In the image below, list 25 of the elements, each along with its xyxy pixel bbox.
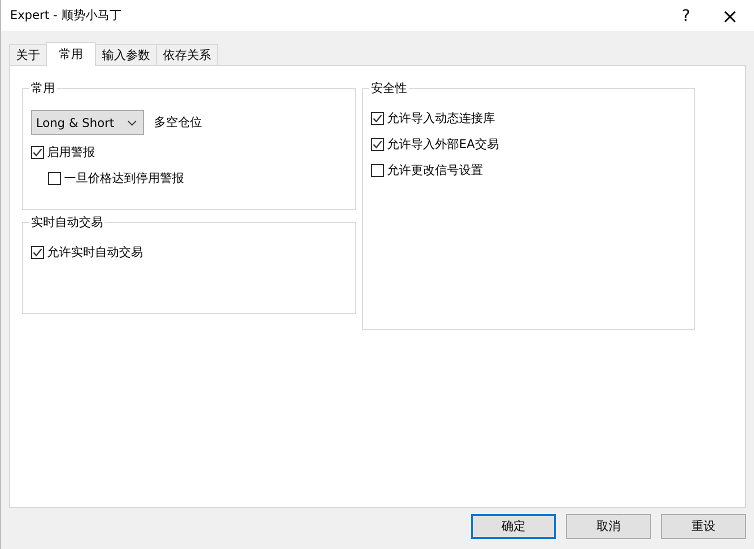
group-title: 常用 xyxy=(30,80,56,97)
checkbox[interactable]: 允许导入动态连接库 xyxy=(371,110,495,127)
checkbox[interactable]: 允许导入外部EA交易 xyxy=(371,136,499,153)
checkbox[interactable]: 允许实时自动交易 xyxy=(31,244,143,261)
tab[interactable]: 依存关系 xyxy=(156,44,218,65)
check-icon xyxy=(372,113,383,124)
tab[interactable]: 关于 xyxy=(9,44,47,65)
check-icon xyxy=(32,147,43,158)
help-button[interactable]: ? xyxy=(664,0,708,31)
caret-icon xyxy=(127,120,137,126)
check-icon xyxy=(32,247,43,258)
check-icon xyxy=(372,139,383,150)
tab[interactable]: 常用 xyxy=(46,42,96,66)
close-button[interactable]: × xyxy=(708,0,752,31)
checkbox[interactable]: 一旦价格达到停用警报 xyxy=(48,170,184,187)
group-title: 安全性 xyxy=(370,80,408,97)
dialog-button[interactable]: 确定 xyxy=(471,514,556,539)
window-title: Expert - 顺势小马丁 xyxy=(10,7,122,24)
dialog-button[interactable]: 重设 xyxy=(661,514,746,539)
group-title: 实时自动交易 xyxy=(30,214,104,231)
dialog-button[interactable]: 取消 xyxy=(566,514,651,539)
dropdown-label: 多空仓位 xyxy=(154,114,202,131)
checkbox[interactable]: 启用警报 xyxy=(31,144,95,161)
position-dropdown[interactable]: Long & Short xyxy=(31,110,144,135)
checkbox[interactable]: 允许更改信号设置 xyxy=(371,162,483,179)
